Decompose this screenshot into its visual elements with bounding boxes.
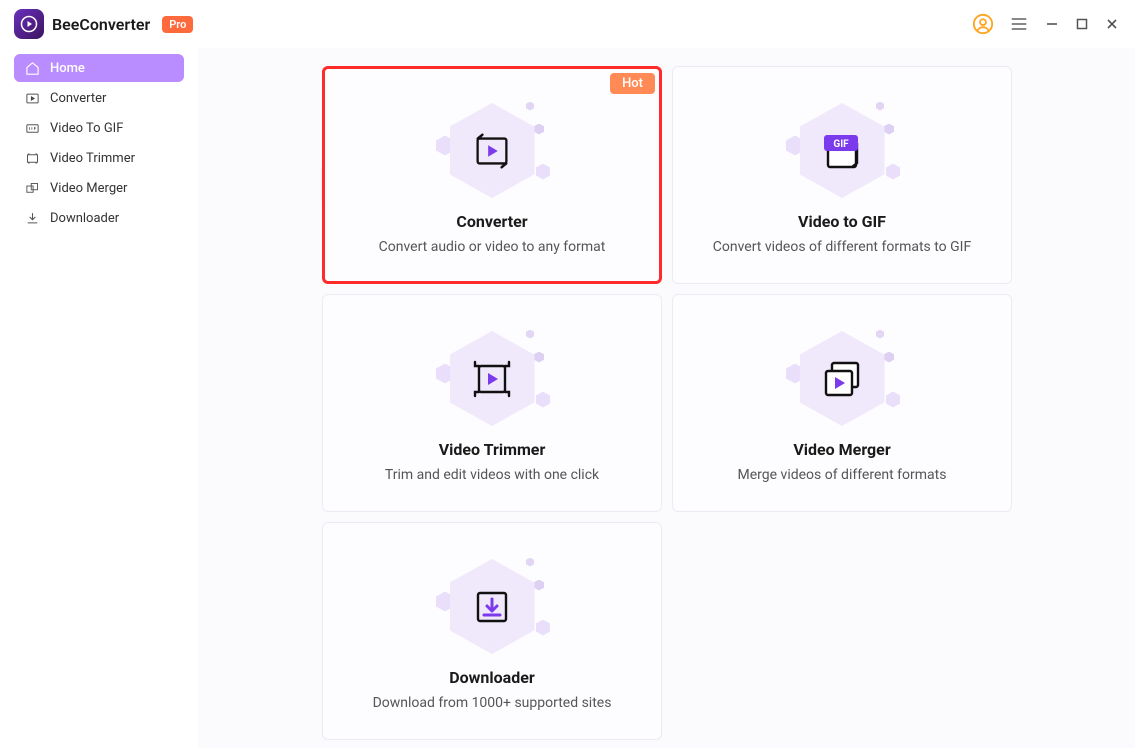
card-downloader[interactable]: Downloader Download from 1000+ supported…: [322, 522, 662, 740]
sidebar-item-home[interactable]: Home: [14, 54, 184, 82]
sidebar-item-label: Downloader: [50, 211, 119, 226]
card-icon-gif: GIF: [782, 96, 902, 206]
card-video-to-gif[interactable]: GIF Video to GIF Convert videos of diffe…: [672, 66, 1012, 284]
sidebar-item-label: Video To GIF: [50, 121, 123, 136]
sidebar-item-video-trimmer[interactable]: Video Trimmer: [14, 144, 184, 172]
card-desc: Download from 1000+ supported sites: [373, 695, 612, 711]
sidebar-item-converter[interactable]: Converter: [14, 84, 184, 112]
menu-icon[interactable]: [1007, 12, 1031, 36]
card-title: Video Trimmer: [439, 440, 546, 459]
titlebar-left: BeeConverter Pro: [14, 9, 193, 39]
titlebar: BeeConverter Pro: [0, 0, 1135, 48]
card-title: Downloader: [449, 668, 534, 687]
gif-text: GIF: [833, 139, 849, 150]
minimize-button[interactable]: [1043, 15, 1061, 33]
card-video-trimmer[interactable]: Video Trimmer Trim and edit videos with …: [322, 294, 662, 512]
converter-icon: [24, 90, 40, 106]
sidebar-item-label: Converter: [50, 91, 106, 106]
cards-grid: Hot Converter Convert audio or video to …: [322, 66, 1087, 740]
sidebar: Home Converter Video To GIF Video Trimme…: [0, 48, 198, 748]
home-icon: [24, 60, 40, 76]
user-icon[interactable]: [971, 12, 995, 36]
card-desc: Convert audio or video to any format: [379, 239, 606, 255]
sidebar-item-label: Video Merger: [50, 181, 127, 196]
download-icon: [24, 210, 40, 226]
sidebar-item-label: Home: [50, 61, 85, 76]
app-title: BeeConverter: [52, 15, 150, 34]
sidebar-item-label: Video Trimmer: [50, 151, 135, 166]
pro-badge: Pro: [162, 16, 193, 33]
card-video-merger[interactable]: Video Merger Merge videos of different f…: [672, 294, 1012, 512]
sidebar-item-video-merger[interactable]: Video Merger: [14, 174, 184, 202]
card-icon-converter: [432, 96, 552, 206]
card-converter[interactable]: Hot Converter Convert audio or video to …: [322, 66, 662, 284]
trimmer-icon: [24, 150, 40, 166]
card-desc: Convert videos of different formats to G…: [713, 239, 971, 255]
content-area: Hot Converter Convert audio or video to …: [198, 48, 1135, 748]
gif-icon: [24, 120, 40, 136]
sidebar-item-downloader[interactable]: Downloader: [14, 204, 184, 232]
main-layout: Home Converter Video To GIF Video Trimme…: [0, 48, 1135, 748]
titlebar-right: [971, 12, 1121, 36]
sidebar-item-video-to-gif[interactable]: Video To GIF: [14, 114, 184, 142]
card-icon-trimmer: [432, 324, 552, 434]
card-desc: Merge videos of different formats: [738, 467, 947, 483]
card-title: Video to GIF: [798, 212, 886, 231]
card-title: Converter: [456, 212, 527, 231]
maximize-button[interactable]: [1073, 15, 1091, 33]
merger-icon: [24, 180, 40, 196]
app-logo: [14, 9, 44, 39]
card-icon-downloader: [432, 552, 552, 662]
close-button[interactable]: [1103, 15, 1121, 33]
hot-badge: Hot: [610, 73, 655, 94]
card-desc: Trim and edit videos with one click: [385, 467, 599, 483]
card-title: Video Merger: [793, 440, 890, 459]
card-icon-merger: [782, 324, 902, 434]
